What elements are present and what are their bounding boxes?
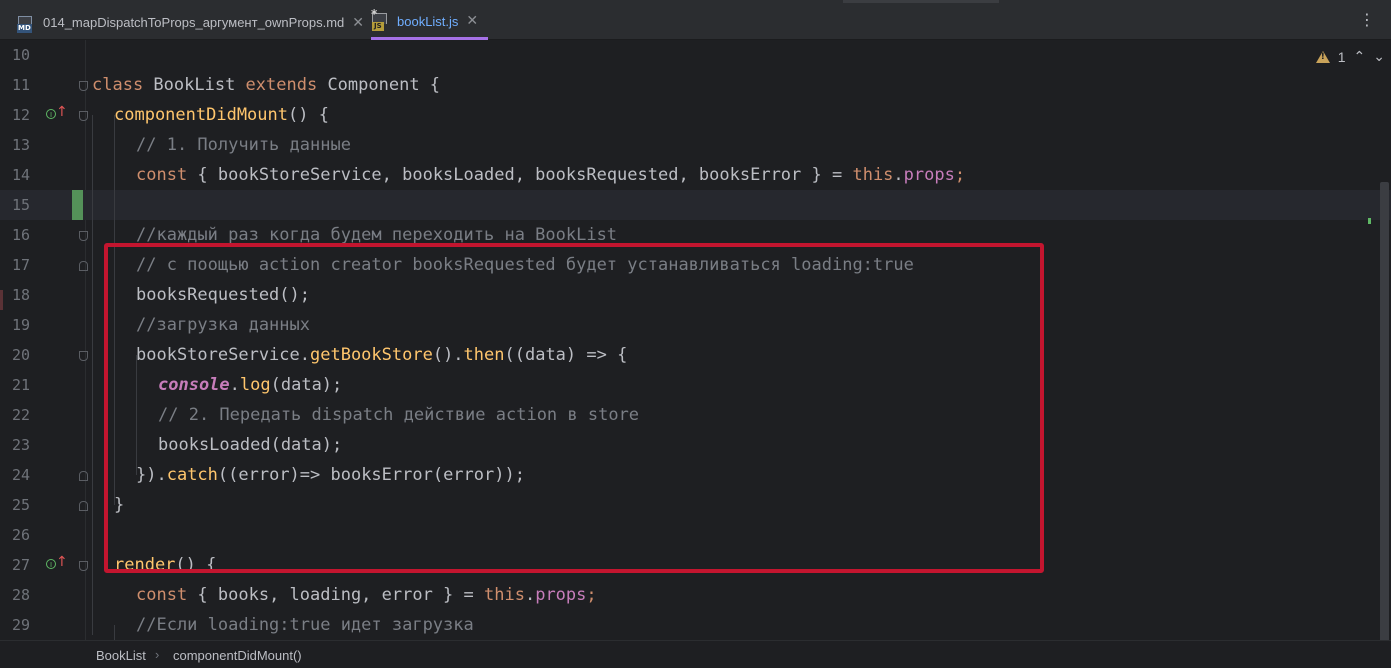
code-line: 14 const { bookStoreService, booksLoaded… — [0, 160, 1391, 190]
indent-guide — [92, 115, 93, 635]
line-number: 24 — [12, 466, 31, 484]
code-line: 29 //Если loading:true идет загрузка — [0, 610, 1391, 640]
override-method-icon[interactable]: I — [46, 109, 56, 119]
fold-toggle-icon[interactable] — [79, 231, 88, 241]
tab-booklist-js[interactable]: * JS bookList.js ✕ — [371, 5, 489, 40]
go-to-super-method-icon[interactable]: ↑ — [56, 554, 68, 570]
vertical-scrollbar[interactable] — [1380, 182, 1389, 640]
fold-toggle-icon[interactable] — [79, 111, 88, 121]
code-line: 10 — [0, 40, 1391, 70]
fold-toggle-icon[interactable] — [79, 561, 88, 571]
line-number: 16 — [12, 226, 31, 244]
tab-label: 014_mapDispatchToProps_аргумент_ownProps… — [43, 15, 345, 30]
code-text: // 1. Получить данные — [136, 135, 351, 155]
go-to-super-method-icon[interactable]: ↑ — [56, 104, 68, 120]
override-method-icon[interactable]: I — [46, 559, 56, 569]
markdown-file-icon: MD — [17, 13, 37, 33]
editor-tab-bar: MD 014_mapDispatchToProps_аргумент_ownPr… — [0, 0, 1391, 40]
code-line: 28 const { books, loading, error } = thi… — [0, 580, 1391, 610]
line-number: 18 — [12, 286, 31, 304]
code-editor[interactable]: 10 11 class BookList extends Component {… — [0, 40, 1391, 640]
fold-toggle-icon[interactable] — [79, 471, 88, 481]
code-line: 11 class BookList extends Component { — [0, 70, 1391, 100]
code-text: const { books, loading, error } = this.p… — [136, 585, 597, 605]
line-number: 14 — [12, 166, 31, 184]
line-number: 25 — [12, 496, 31, 514]
next-highlight-icon[interactable]: ⌄ — [1373, 49, 1385, 65]
line-number: 20 — [12, 346, 31, 364]
previous-highlight-icon[interactable]: ⌃ — [1354, 49, 1366, 65]
code-text: const { bookStoreService, booksLoaded, b… — [136, 165, 966, 185]
scrollbar-change-marker — [1368, 218, 1371, 224]
indent-guide — [114, 625, 115, 640]
code-text: //Если loading:true идет загрузка — [136, 615, 474, 635]
inspection-widget[interactable]: 1 ⌃ ⌄ — [1315, 49, 1385, 65]
line-number: 17 — [12, 256, 31, 274]
fold-toggle-icon[interactable] — [79, 501, 88, 511]
warning-icon — [1315, 51, 1330, 63]
tab-markdown-file[interactable]: MD 014_mapDispatchToProps_аргумент_ownPr… — [17, 5, 364, 40]
highlight-annotation-box — [104, 243, 1044, 573]
code-line: 12 componentDidMount() { — [0, 100, 1391, 130]
breadcrumb-class[interactable]: BookList — [96, 648, 146, 663]
fold-toggle-icon[interactable] — [79, 351, 88, 361]
line-number: 15 — [12, 196, 31, 214]
tab-label: bookList.js — [397, 13, 459, 29]
code-line-current: 15 — [0, 190, 1391, 220]
line-number: 26 — [12, 526, 31, 544]
line-number: 29 — [12, 616, 31, 634]
breadcrumb-method[interactable]: componentDidMount() — [173, 648, 302, 663]
breadcrumb: BookList › componentDidMount() — [0, 640, 1391, 668]
close-tab-icon[interactable]: ✕ — [466, 13, 478, 29]
line-number: 11 — [12, 76, 31, 94]
line-number: 23 — [12, 436, 31, 454]
line-number: 12 — [12, 106, 31, 124]
breadcrumb-separator: › — [155, 647, 160, 662]
code-text: class BookList extends Component { — [92, 75, 441, 95]
vcs-change-marker[interactable] — [72, 190, 83, 220]
line-number: 19 — [12, 316, 31, 334]
code-text: componentDidMount() { — [114, 105, 329, 125]
more-options-icon[interactable]: ⋮ — [1359, 10, 1375, 29]
javascript-file-icon: * JS — [371, 7, 391, 31]
fold-toggle-icon[interactable] — [79, 261, 88, 271]
line-number: 13 — [12, 136, 31, 154]
vcs-change-marker — [0, 290, 3, 310]
line-number: 27 — [12, 556, 31, 574]
line-number: 22 — [12, 406, 31, 424]
warning-count: 1 — [1337, 49, 1346, 65]
line-number: 10 — [12, 46, 31, 64]
close-tab-icon[interactable]: ✕ — [352, 15, 364, 31]
fold-toggle-icon[interactable] — [79, 81, 88, 91]
line-number: 28 — [12, 586, 31, 604]
window-title-strip — [843, 0, 999, 3]
line-number: 21 — [12, 376, 31, 394]
code-line: 13 // 1. Получить данные — [0, 130, 1391, 160]
